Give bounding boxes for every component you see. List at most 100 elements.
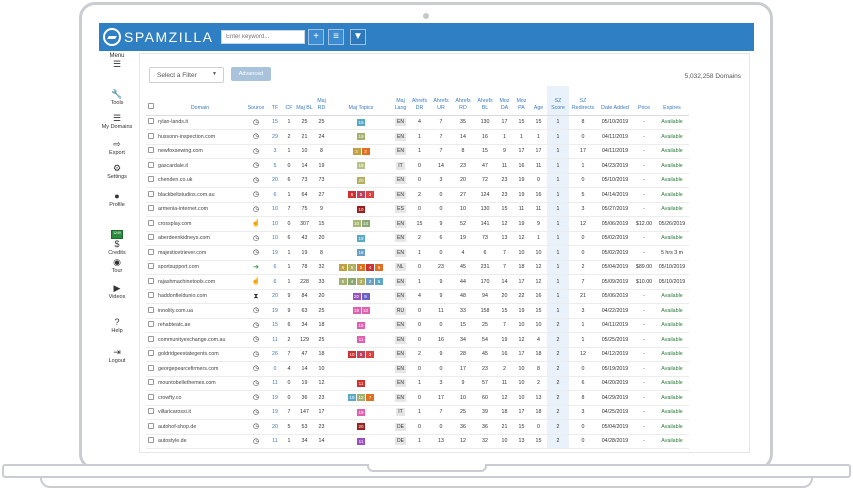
select-all-checkbox[interactable] (148, 102, 154, 109)
sidebar-item-menu[interactable]: Menu ☰ (99, 53, 135, 69)
column-header-maj-lang[interactable]: Maj Lang (392, 86, 409, 116)
row-checkbox[interactable] (148, 364, 154, 371)
row-checkbox[interactable] (148, 321, 154, 328)
domain-cell[interactable]: blackbeltstudios.com.au (156, 187, 244, 203)
row-checkbox[interactable] (148, 408, 154, 415)
topic-badge[interactable]: 20 (352, 292, 361, 300)
topic-badge[interactable]: 7 (366, 394, 374, 402)
row-checkbox[interactable] (148, 306, 154, 313)
table-row[interactable]: crowfty.co ◷ 19 0 36 23 19 12 7 EN 0 17 10 60 12 10 13 2 8… (146, 390, 689, 406)
sidebar-item-settings[interactable]: ⚙ Settings (99, 163, 135, 180)
advanced-button[interactable]: Advanced (231, 67, 271, 81)
column-header-expires[interactable]: Expires (655, 86, 689, 116)
domain-cell[interactable]: mountobellethemes.com (156, 376, 244, 391)
row-checkbox[interactable] (148, 234, 154, 241)
table-row[interactable]: georgepearcefirmers.com ◷ 0 4 14 10 EN 0 0 17 23 2 1… (146, 361, 689, 377)
sidebar-item-tour[interactable]: ◉ Tour (99, 257, 135, 274)
topic-badge[interactable]: 5 (348, 263, 356, 271)
topic-badge[interactable]: 9 (361, 292, 370, 300)
domain-cell[interactable]: aberdeenkidneys.com (156, 231, 244, 246)
list-view-button[interactable]: ≡ (328, 29, 344, 45)
column-header-moz-da[interactable]: Moz DA (496, 86, 513, 116)
topic-badge[interactable]: 11 (357, 379, 365, 387)
table-row[interactable]: majesticetriever.com ◷ 19 1 19 8 16 EN 1 0 4 6 7 10 10… (146, 245, 689, 261)
column-header-maj-topics[interactable]: Maj Topics (330, 86, 392, 116)
topic-badge[interactable]: 6 (339, 263, 347, 271)
topic-badge[interactable]: 3 (357, 278, 365, 286)
column-header-ahrefs-bl[interactable]: Ahrefs BL (474, 86, 496, 116)
topic-badge[interactable]: 4 (366, 263, 374, 271)
topic-badge[interactable]: 5 (357, 191, 365, 199)
table-row[interactable]: aberdeenkidneys.com ◷ 10 6 43 20 19 EN 2 6 19 73 13 1… (146, 231, 689, 246)
column-header-moz-pa[interactable]: Moz PA (513, 86, 530, 116)
sidebar-item-help[interactable]: ? Help (99, 317, 135, 334)
domain-cell[interactable]: newfoxsewing.com (156, 144, 244, 159)
add-button[interactable]: + (308, 29, 324, 45)
sidebar-item-credits[interactable]: 1249 $ Credits (99, 221, 135, 256)
topic-badge[interactable]: 10 (348, 350, 356, 358)
table-row[interactable]: autostyle.de ◷ 11 1 34 14 11 DE 1 13 12 32 10 13 15 2 0 0… (146, 434, 689, 449)
row-checkbox[interactable] (148, 335, 154, 342)
row-checkbox[interactable] (148, 379, 154, 386)
sidebar-item-my-domains[interactable]: ☰ My Domains (99, 113, 135, 130)
domain-cell[interactable]: haddonfieldunio.com (156, 289, 244, 304)
topic-badge[interactable]: 15 (357, 321, 365, 329)
table-row[interactable]: rehabteatc.ae ◷ 15 6 34 18 15 EN 0 0 15 25 7 10 10 2 1 04… (146, 318, 689, 333)
topic-badge[interactable]: 3 (352, 147, 361, 155)
row-checkbox[interactable] (148, 205, 154, 212)
domain-cell[interactable]: crowfty.co (156, 390, 244, 406)
topic-badge[interactable]: 20 (357, 176, 365, 184)
topic-badge[interactable]: 20 (357, 423, 365, 431)
domain-cell[interactable]: majesticetriever.com (156, 245, 244, 261)
topic-badge[interactable]: 5 (357, 263, 365, 271)
table-row[interactable]: newfoxsewing.com ◷ 3 1 10 8 3 2 EN 1 7 8 15 9 17 17 1 17 0… (146, 144, 689, 159)
table-row[interactable]: communityexchange.com.au ◷ 11 2 129 25 11 EN 0 16… (146, 332, 689, 348)
topic-badge[interactable]: 3 (366, 350, 374, 358)
domain-cell[interactable]: sportsupport.com (156, 260, 244, 275)
topic-badge[interactable]: 19 (352, 307, 361, 315)
topic-badge[interactable]: 2 (366, 278, 374, 286)
column-header-source[interactable]: Source (244, 86, 268, 116)
domain-cell[interactable]: communityexchange.com.au (156, 332, 244, 348)
row-checkbox[interactable] (148, 263, 154, 270)
column-header-ahrefs-ur[interactable]: Ahrefs UR (430, 86, 452, 116)
column-header-date-added[interactable]: Date Added (597, 86, 633, 116)
row-checkbox[interactable] (148, 118, 154, 125)
topic-badge[interactable]: 10 (352, 220, 361, 228)
row-checkbox[interactable] (148, 350, 154, 357)
domain-cell[interactable]: autohof-shop.de (156, 419, 244, 435)
topic-badge[interactable]: 16 (357, 249, 365, 257)
row-checkbox[interactable] (148, 437, 154, 444)
brand-logo[interactable]: SPAMZILLA (103, 27, 214, 47)
domain-cell[interactable]: rajashmachinetools.com (156, 274, 244, 290)
row-checkbox[interactable] (148, 422, 154, 429)
column-header-price[interactable]: Price (633, 86, 655, 116)
table-row[interactable]: goldridgeestategents.com ◷ 26 7 47 18 10 5 3 EN 2 9… (146, 347, 689, 362)
row-checkbox[interactable] (148, 248, 154, 255)
column-header-ahrefs-dr[interactable]: Ahrefs DR (409, 86, 430, 116)
table-row[interactable]: rajashmachinetools.com ☝ 6 1 228 33 6 4 3 2 5 EN 1 9 4… (146, 274, 689, 290)
table-row[interactable]: haddonfieldunio.com ⧗ 20 9 84 20 20 9 EN 4 9 48 94 20… (146, 289, 689, 304)
topic-badge[interactable]: 19 (357, 234, 365, 242)
table-row[interactable]: hussonn-inspection.com ◷ 29 2 21 24 19 EN 1 7 14 16… (146, 129, 689, 145)
domain-cell[interactable]: innolity.com.ua (156, 303, 244, 319)
table-row[interactable]: autohof-shop.de ◷ 20 5 53 23 20 DE 0 0 36 36 21 15 0 2 0… (146, 419, 689, 435)
topic-badge[interactable]: 5 (375, 278, 383, 286)
topic-badge[interactable]: 14 (361, 220, 370, 228)
sidebar-item-videos[interactable]: ▶ Videos (99, 283, 135, 300)
sidebar-item-logout[interactable]: ⇥ Logout (99, 347, 135, 364)
row-checkbox[interactable] (148, 292, 154, 299)
column-header-maj-rd[interactable]: Maj RD (313, 86, 330, 116)
topic-badge[interactable]: 19 (357, 133, 365, 141)
topic-badge[interactable]: 5 (357, 350, 365, 358)
domain-cell[interactable]: rylan-lands.it (156, 115, 244, 130)
table-row[interactable]: sportsupport.com ➔ 6 1 78 32 6 5 5 4 6 NL 0 23 45 231 7 1… (146, 260, 689, 275)
sidebar-item-export[interactable]: ⇨ Export (99, 139, 135, 156)
row-checkbox[interactable] (148, 277, 154, 284)
column-header-domain[interactable]: Domain (156, 86, 244, 116)
domain-cell[interactable]: chenden.co.uk (156, 173, 244, 188)
table-row[interactable]: villaricarossi.it ◷ 19 7 147 17 19 IT 1 7 25 39 18 17… (146, 405, 689, 420)
topic-badge[interactable]: 6 (348, 191, 356, 199)
topic-badge[interactable]: 10 (357, 205, 365, 213)
domain-cell[interactable]: autostyle.de (156, 434, 244, 449)
